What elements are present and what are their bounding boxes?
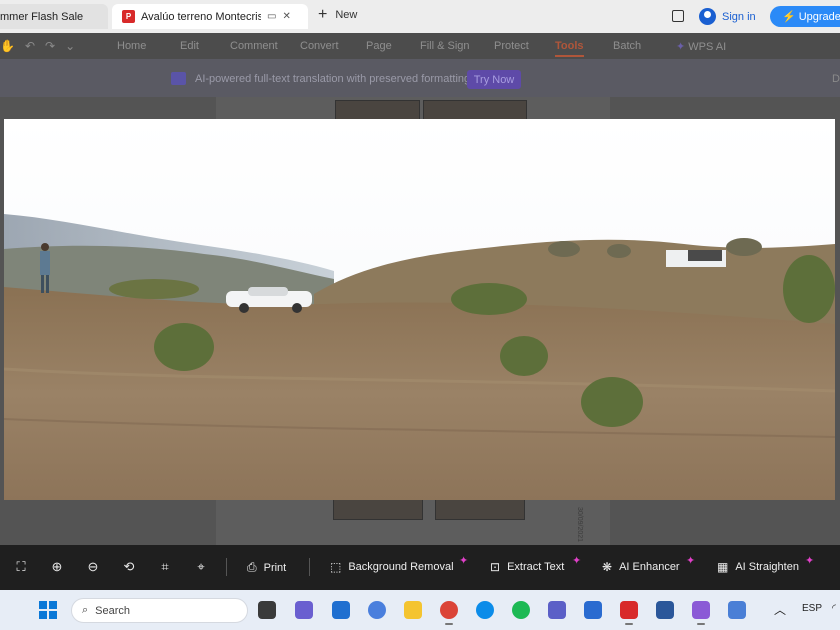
menu-item-comment[interactable]: Comment [230,40,278,52]
upgrade-label: Upgrade n [798,10,840,23]
wifi-icon[interactable]: ◜ [832,603,836,614]
menu-item-edit[interactable]: Edit [180,40,199,52]
edge-icon[interactable] [476,601,494,619]
printer-icon: ⎙ [247,560,257,574]
background-removal-label: Background Removal [348,561,454,573]
image-cutout-icon: ⬚ [330,560,342,574]
sign-in-button[interactable]: Sign in [699,8,756,25]
teams-icon[interactable] [548,601,566,619]
store-icon[interactable] [584,601,602,619]
windows-start-icon[interactable] [39,601,57,619]
spotify-icon[interactable] [512,601,530,619]
chevron-down-icon[interactable]: ⌄ [65,39,75,53]
menu-item-fill-sign[interactable]: Fill & Sign [420,40,470,52]
ai-sparkle-icon: ✦ [572,555,582,567]
meet-icon[interactable] [295,601,313,619]
browser-tab-bar: mmer Flash Sale P Avalúo terreno Montecr… [0,0,840,33]
chrome-icon[interactable] [440,601,458,625]
ai-straighten-button[interactable]: ▦ AI Straighten [717,560,799,574]
redo-icon[interactable]: ↷ [45,39,55,53]
menu-item-page[interactable]: Page [366,40,392,52]
terrain-photo[interactable] [4,119,835,500]
banner-text: AI-powered full-text translation with pr… [195,73,474,85]
search-placeholder: Search [95,604,131,617]
sparkle-icon: ✦ [676,41,686,53]
word-icon[interactable] [656,601,674,619]
translation-banner: AI-powered full-text translation with pr… [0,59,840,97]
upgrade-button[interactable]: ⚡ Upgrade n [770,6,840,27]
text-scan-icon: ⊡ [490,560,501,574]
wps-office-icon[interactable] [620,601,638,625]
landscape-image [4,119,835,500]
new-tab-label: New [335,9,358,21]
menu-item-convert[interactable]: Convert [300,40,339,52]
location-pin-icon[interactable]: ⌖ [194,560,208,574]
ai-enhancer-label: AI Enhancer [619,561,680,573]
new-tab-button[interactable]: + New [318,6,358,23]
undo-icon[interactable]: ↶ [25,39,35,53]
monitor-icon[interactable]: ▭ [267,11,276,22]
page-thumbnail [333,498,423,520]
tab-flash-sale[interactable]: mmer Flash Sale [0,4,108,29]
pdf-icon: P [122,10,135,23]
translate-icon [171,72,186,85]
chevron-up-icon[interactable]: ︿ [774,601,786,618]
rotate-icon[interactable]: ⟲ [122,560,136,574]
print-label: Print [263,561,287,574]
wps-ai-label: WPS AI [688,41,727,53]
crop-icon[interactable]: ⌗ [158,560,172,574]
ai-straighten-label: AI Straighten [735,561,799,573]
taskbar-search-box[interactable]: ⌕ Search [71,598,248,623]
language-indicator[interactable]: ESP [802,603,822,614]
extract-text-button[interactable]: ⊡ Extract Text [490,560,564,574]
enhance-icon: ❋ [602,560,613,574]
ai-sparkle-icon: ✦ [805,555,815,567]
page-thumbnail [435,498,525,520]
lightning-icon: ⚡ [782,11,796,23]
zoom-in-icon[interactable]: ⊕ [50,560,64,574]
menu-item-wps-ai[interactable]: ✦ WPS AI [676,40,726,53]
extract-text-label: Extract Text [507,561,565,573]
plus-icon: + [318,6,328,23]
photos-icon[interactable] [692,601,710,625]
task-view-icon[interactable] [258,601,276,619]
tab-pdf-document[interactable]: P Avalúo terreno Montecristi_ ▭ ✕ [112,4,308,29]
app-icon[interactable] [728,601,746,619]
quick-access-icons: ✋ ↶ ↷ ⌄ [0,39,75,53]
windows-taskbar: ⌕ Search ︿ ESP ◜ [0,590,840,630]
background-removal-button[interactable]: ⬚ Background Removal [330,560,454,574]
ai-enhancer-button[interactable]: ❋ AI Enhancer [602,560,680,574]
toolbar-divider [309,558,310,576]
mail-icon[interactable] [332,601,350,619]
menu-item-home[interactable]: Home [117,40,146,52]
toolbar-divider [226,558,227,576]
page-date: 30/09/2021 [576,507,583,543]
search-icon: ⌕ [82,604,89,616]
tab-title: Avalúo terreno Montecristi_ [141,10,261,23]
tab-flash-sale-label: mmer Flash Sale [0,10,84,23]
avatar-icon [699,8,716,25]
menu-item-batch[interactable]: Batch [613,40,641,52]
fit-screen-icon[interactable]: ⛶ [14,560,28,574]
close-icon[interactable]: ✕ [282,11,290,22]
ai-sparkle-icon: ✦ [459,555,469,567]
menu-item-protect[interactable]: Protect [494,40,529,52]
hand-icon[interactable]: ✋ [0,39,15,53]
banner-right-letter: D [832,73,840,85]
sign-in-label: Sign in [722,10,756,23]
window-restore-icon[interactable] [672,10,684,22]
menu-item-tools[interactable]: Tools [555,40,584,57]
ai-sparkle-icon: ✦ [686,555,696,567]
browser-icon[interactable] [368,601,386,619]
menu-bar: ✋ ↶ ↷ ⌄ Home Edit Comment Convert Page F… [0,33,840,59]
file-explorer-icon[interactable] [404,601,422,619]
grid-icon: ▦ [717,560,729,574]
print-button[interactable]: ⎙ Print [247,560,286,575]
viewer-toolbar: ⛶ ⊕ ⊖ ⟲ ⌗ ⌖ ⎙ Print ⬚ Background Removal… [0,545,840,590]
zoom-out-icon[interactable]: ⊖ [86,560,100,574]
try-now-button[interactable]: Try Now [467,70,521,89]
